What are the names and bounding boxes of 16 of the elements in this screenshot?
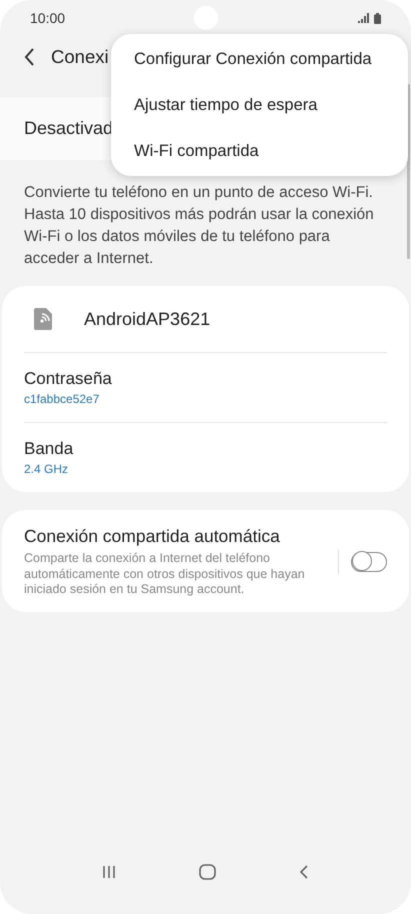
toggle-switch[interactable] [351, 552, 387, 572]
hotspot-icon [34, 308, 54, 330]
page-title: Conexi [51, 46, 109, 68]
setting-title: Conexión compartida automática [24, 526, 281, 547]
battery-icon [374, 12, 381, 24]
back-icon[interactable] [299, 865, 310, 879]
setting-item[interactable]: Banda 2.4 GHz [24, 422, 387, 492]
setting-description: Comparte la conexión a Internet del teléfono automáticamente con otros dispositivos que hayan iniciado sesión en tu Samsung account. [24, 551, 306, 598]
network-name: AndroidAP3621 [84, 308, 210, 330]
recents-icon[interactable] [102, 865, 116, 879]
signal-icon [358, 13, 370, 23]
setting-item[interactable]: Contraseña c1fabbce52e7 [24, 353, 387, 422]
description-text: Convierte tu teléfono en un punto de acceso Wi-Fi. Hasta 10 dispositivos más podrán usar la conexión Wi-Fi o los datos móviles de tu teléfono para acceder a Internet. [24, 183, 375, 269]
status-time: 10:00 [30, 10, 66, 26]
home-icon[interactable] [198, 864, 216, 880]
menu-item[interactable]: Configurar Conexión compartida [111, 36, 408, 82]
